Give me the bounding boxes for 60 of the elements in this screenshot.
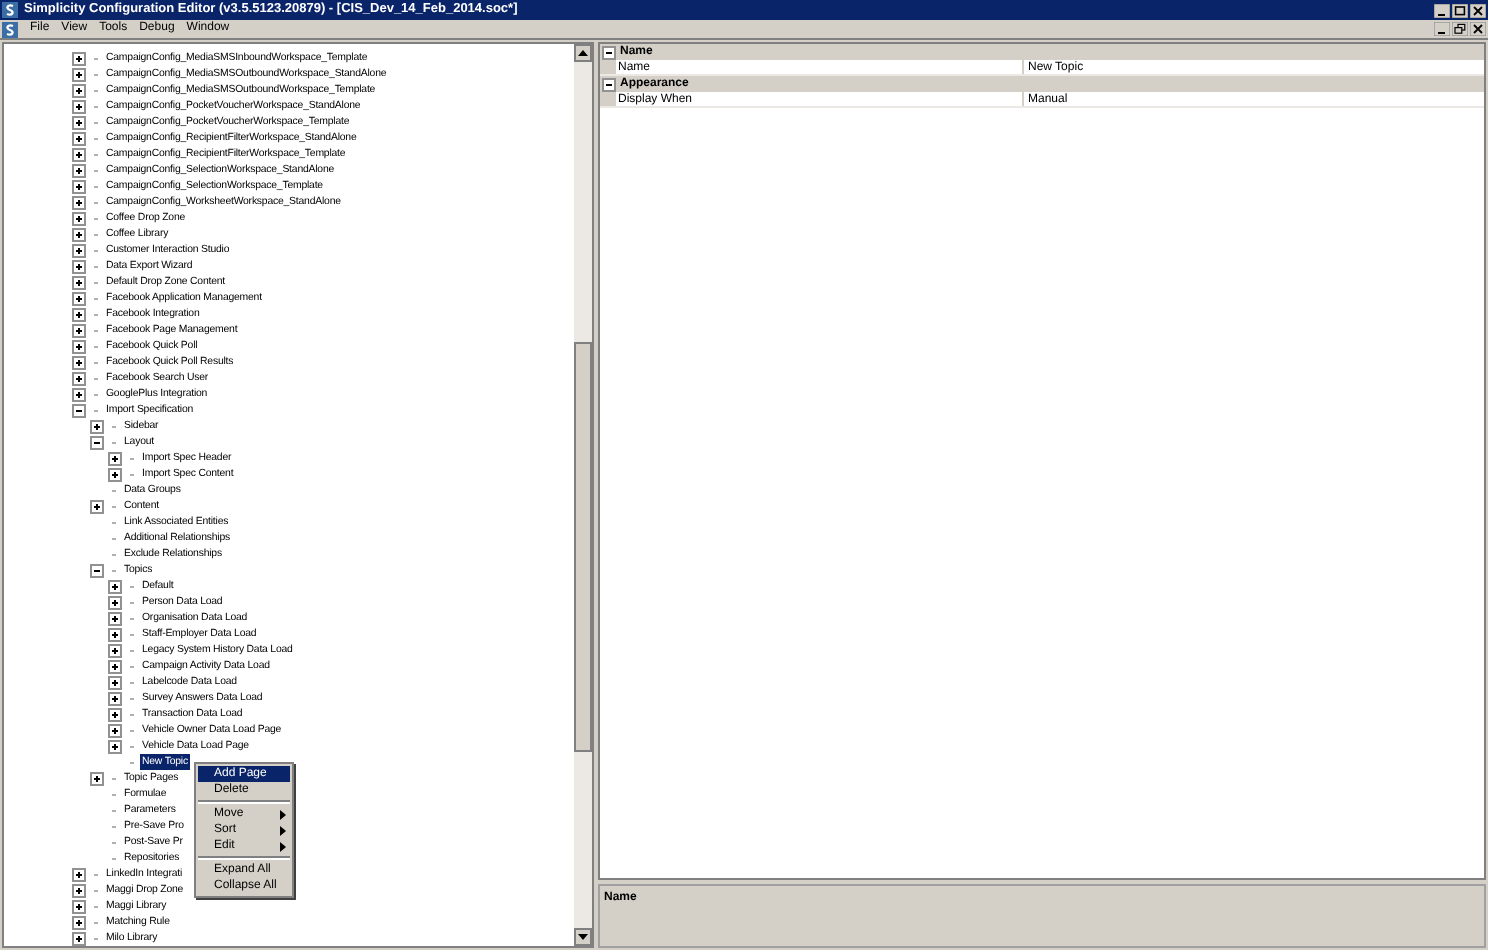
app-icon[interactable]	[2, 21, 18, 37]
expand-icon[interactable]	[72, 83, 86, 97]
expand-icon[interactable]	[108, 675, 122, 689]
expand-icon[interactable]	[72, 99, 86, 113]
scroll-thumb[interactable]	[574, 342, 592, 752]
expand-icon[interactable]	[108, 707, 122, 721]
expand-icon[interactable]	[72, 371, 86, 385]
expand-icon[interactable]	[72, 227, 86, 241]
expand-icon[interactable]	[90, 771, 104, 785]
expand-icon[interactable]	[108, 627, 122, 641]
expand-icon[interactable]	[72, 195, 86, 209]
collapse-icon[interactable]	[72, 403, 86, 417]
collapse-icon[interactable]	[602, 77, 616, 91]
expand-icon[interactable]	[72, 115, 86, 129]
minimize-icon[interactable]	[1434, 3, 1450, 17]
expand-icon[interactable]	[72, 163, 86, 177]
expand-icon[interactable]	[72, 323, 86, 337]
collapse-icon[interactable]	[90, 435, 104, 449]
up-arrow-icon[interactable]	[578, 50, 588, 56]
expand-icon[interactable]	[108, 723, 122, 737]
expand-icon[interactable]	[72, 883, 86, 897]
expand-icon[interactable]	[90, 419, 104, 433]
expand-icon[interactable]	[72, 867, 86, 881]
expand-icon[interactable]	[72, 931, 86, 945]
collapse-icon[interactable]	[90, 563, 104, 577]
expand-icon[interactable]	[72, 131, 86, 145]
expand-icon[interactable]	[108, 659, 122, 673]
expand-icon[interactable]	[108, 643, 122, 657]
expand-icon[interactable]	[108, 595, 122, 609]
expand-icon[interactable]	[108, 451, 122, 465]
expand-icon[interactable]	[72, 67, 86, 81]
expand-icon[interactable]	[108, 611, 122, 625]
down-arrow-icon[interactable]	[578, 934, 588, 940]
expand-icon[interactable]	[72, 307, 86, 321]
expand-icon[interactable]	[108, 691, 122, 705]
expand-icon[interactable]	[90, 499, 104, 513]
minimize-icon[interactable]	[1434, 22, 1450, 36]
expand-icon[interactable]	[108, 739, 122, 753]
expand-icon[interactable]	[72, 147, 86, 161]
expand-icon[interactable]	[72, 899, 86, 913]
maximize-icon[interactable]	[1452, 3, 1468, 17]
close-icon[interactable]	[1470, 3, 1486, 17]
expand-icon[interactable]	[72, 275, 86, 289]
expand-icon[interactable]	[72, 51, 86, 65]
expand-icon[interactable]	[72, 259, 86, 273]
expand-icon[interactable]	[108, 467, 122, 481]
expand-icon[interactable]	[72, 291, 86, 305]
collapse-icon[interactable]	[602, 45, 616, 59]
expand-icon[interactable]	[72, 179, 86, 193]
expand-icon[interactable]	[72, 355, 86, 369]
expand-icon[interactable]	[72, 243, 86, 257]
expand-icon[interactable]	[72, 387, 86, 401]
expand-icon[interactable]	[72, 339, 86, 353]
app-icon	[2, 2, 18, 18]
restore-icon[interactable]	[1452, 22, 1468, 36]
expand-icon[interactable]	[72, 211, 86, 225]
close-icon[interactable]	[1470, 22, 1486, 36]
expand-icon[interactable]	[108, 579, 122, 593]
expand-icon[interactable]	[72, 915, 86, 929]
scrollbar[interactable]	[574, 44, 592, 946]
